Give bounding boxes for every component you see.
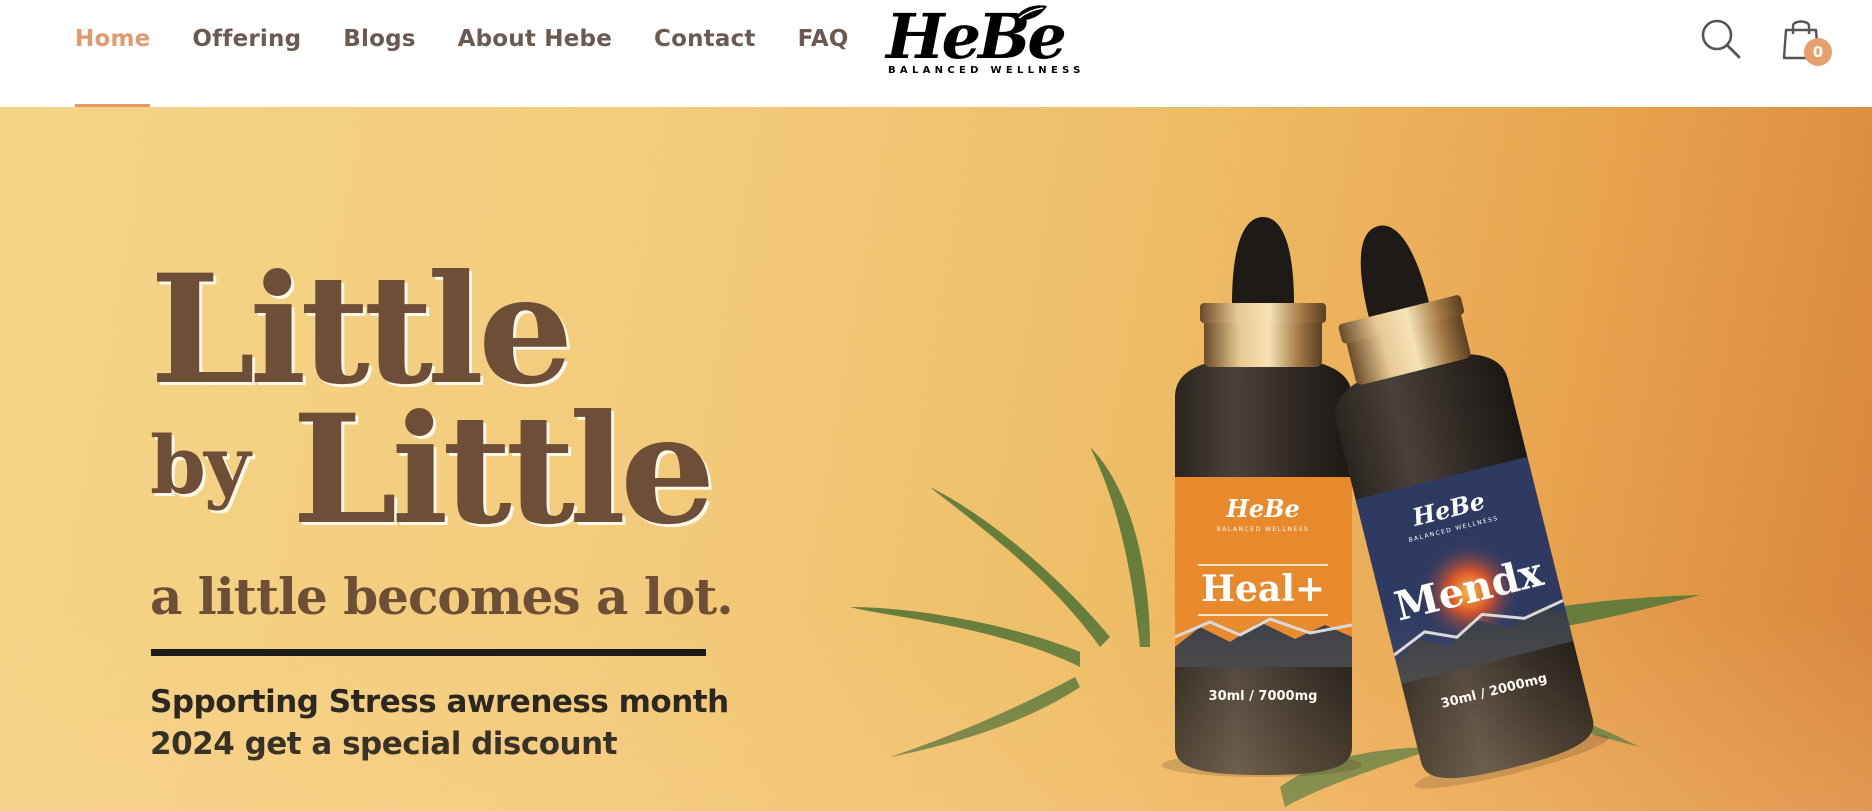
hero-subhead: a little becomes a lot. xyxy=(150,567,734,626)
bottle-tagline: BALANCED WELLNESS xyxy=(1217,526,1310,533)
site-header: Home Offering Blogs About Hebe Contact F… xyxy=(0,0,1872,107)
bottle-size: 30ml / 2000mg xyxy=(1439,671,1548,712)
cart-count-badge: 0 xyxy=(1804,38,1832,66)
brand-tagline: BALANCED WELLNESS xyxy=(888,65,1085,76)
brand-logo[interactable]: HeBe BALANCED WELLNESS xyxy=(886,2,1082,78)
cart-button[interactable]: 0 xyxy=(1782,16,1838,70)
product-image: HeBe BALANCED WELLNESS Heal+ 30ml / 7000… xyxy=(850,217,1700,807)
nav-item-label: Contact xyxy=(654,26,756,52)
nav-item-home[interactable]: Home xyxy=(75,0,151,107)
bottle-size: 30ml / 7000mg xyxy=(1209,689,1318,704)
headline-word-by: by xyxy=(150,418,250,512)
nav-item-blogs[interactable]: Blogs xyxy=(343,0,415,107)
nav-item-about-hebe[interactable]: About Hebe xyxy=(458,0,612,107)
bottle-product-name: Heal+ xyxy=(1201,568,1325,610)
hero-promo-text: Spporting Stress awreness month 2024 get… xyxy=(150,684,729,762)
bottle-brand: HeBe xyxy=(1225,494,1300,523)
bottle-heal-plus: HeBe BALANCED WELLNESS Heal+ 30ml / 7000… xyxy=(1162,217,1362,777)
leaf-icon xyxy=(1015,5,1047,21)
nav-item-contact[interactable]: Contact xyxy=(654,0,756,107)
headline-word-little-2: Little xyxy=(292,382,715,558)
nav-item-label: About Hebe xyxy=(457,26,612,52)
nav-item-label: Blogs xyxy=(343,26,416,52)
nav-item-offering[interactable]: Offering xyxy=(192,0,301,107)
search-button[interactable] xyxy=(1700,18,1742,60)
hero-banner: Little by Little a little becomes a lot.… xyxy=(0,107,1872,811)
nav-item-faq[interactable]: FAQ xyxy=(798,0,849,107)
search-icon xyxy=(1701,19,1741,59)
nav-item-label: FAQ xyxy=(797,26,849,52)
nav-item-label: Home xyxy=(75,26,151,52)
main-nav: Home Offering Blogs About Hebe Contact F… xyxy=(75,0,891,107)
nav-item-label: Offering xyxy=(192,26,302,52)
hero-divider xyxy=(151,649,706,656)
